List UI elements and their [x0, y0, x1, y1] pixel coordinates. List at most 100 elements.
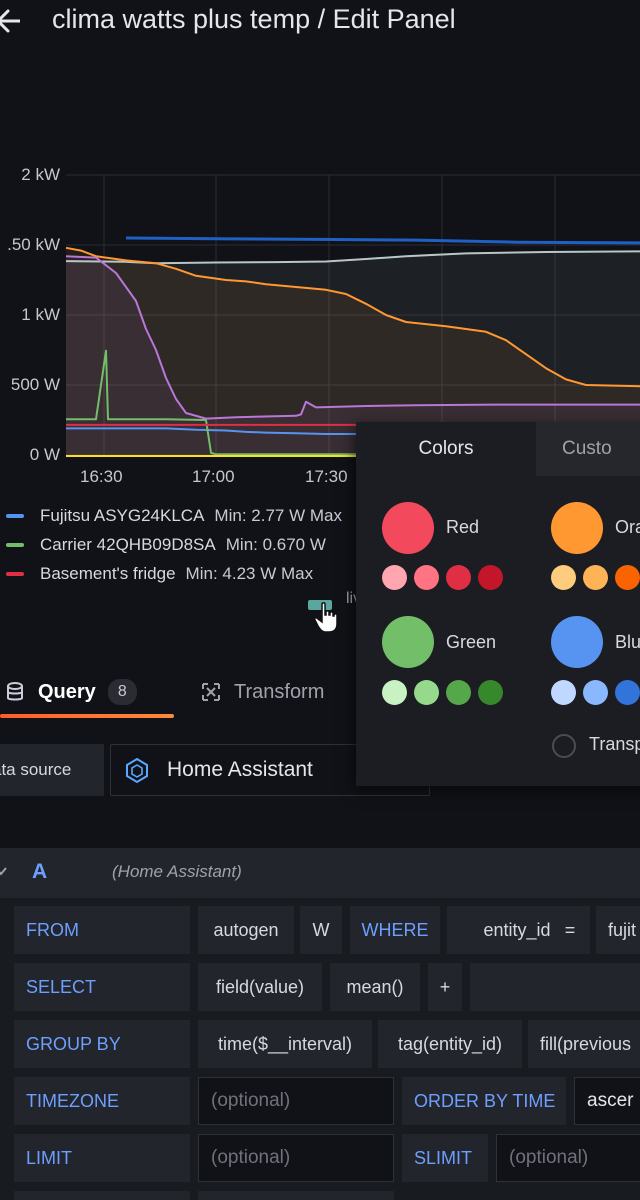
query-row-timezone: TIMEZONE (optional) ORDER BY TIME ascer: [0, 1077, 640, 1127]
active-tab-indicator: [0, 714, 174, 718]
color-shade-green[interactable]: [414, 680, 439, 705]
query-header[interactable]: A (Home Assistant): [0, 848, 640, 898]
add-select-button[interactable]: +: [428, 963, 462, 1011]
arrow-left-icon[interactable]: [0, 8, 20, 34]
legend-series-name: Basement's fridge: [40, 564, 176, 583]
groupby-tag-chip[interactable]: tag(entity_id): [378, 1020, 522, 1068]
color-shade-blue[interactable]: [583, 680, 608, 705]
groupby-label: GROUP BY: [14, 1020, 190, 1068]
color-name-green: Green: [446, 632, 497, 652]
where-label: WHERE: [350, 906, 440, 954]
tab-custom[interactable]: Custo: [536, 422, 640, 476]
color-picker-popover: Colors Custo Red Ora Green Blu Transp: [356, 422, 640, 786]
legend-item[interactable]: Fujitsu ASYG24KLCA Min: 2.77 W Max: [0, 502, 342, 530]
legend-item[interactable]: Basement's fridge Min: 4.23 W Max: [0, 560, 313, 588]
select-label: SELECT: [14, 963, 190, 1011]
query-row-next: [0, 1191, 640, 1200]
color-name-orange: Ora: [615, 517, 640, 537]
color-name-blue: Blu: [615, 632, 640, 652]
where-operator-chip[interactable]: =: [550, 906, 590, 954]
database-icon: [7, 682, 23, 701]
timezone-input[interactable]: (optional): [198, 1077, 394, 1125]
color-swatch-transparent[interactable]: [552, 734, 576, 758]
panel-header: clima watts plus temp / Edit Panel: [0, 0, 640, 48]
legend-series-name: Fujitsu ASYG24KLCA: [40, 506, 205, 525]
groupby-time-chip[interactable]: time($__interval): [198, 1020, 372, 1068]
slimit-input[interactable]: (optional): [496, 1134, 640, 1182]
legend-swatch[interactable]: [6, 514, 24, 518]
color-shade-orange[interactable]: [583, 565, 608, 590]
tab-colors[interactable]: Colors: [356, 422, 536, 476]
measurement-chip[interactable]: W: [300, 906, 342, 954]
retention-policy-chip[interactable]: autogen: [198, 906, 294, 954]
color-shade-red[interactable]: [414, 565, 439, 590]
tab-query[interactable]: Query 8: [4, 668, 137, 716]
color-name-transparent: Transp: [589, 734, 640, 754]
limit-label: LIMIT: [14, 1134, 190, 1182]
legend-stat: Min: 4.23 W Max: [185, 564, 314, 583]
editor-tabs: Query 8 Transform: [0, 668, 360, 720]
legend-series-name: Carrier 42QHB09D8SA: [40, 535, 216, 554]
color-shade-green[interactable]: [446, 680, 471, 705]
color-swatch-red[interactable]: [382, 502, 434, 554]
datasource-label: ata source: [0, 744, 104, 796]
order-by-time-label: ORDER BY TIME: [402, 1077, 566, 1125]
legend-swatch[interactable]: [6, 572, 24, 576]
query-row-from: FROM autogen W WHERE entity_id = fujit: [0, 906, 640, 956]
slimit-label: SLIMIT: [402, 1134, 488, 1182]
color-shade-orange[interactable]: [551, 565, 576, 590]
color-swatch-blue[interactable]: [551, 616, 603, 668]
datasource-name: Home Assistant: [167, 758, 313, 781]
color-swatch-green[interactable]: [382, 616, 434, 668]
series-line[interactable]: [125, 236, 640, 245]
select-row-filler: [470, 963, 640, 1011]
color-shade-red[interactable]: [446, 565, 471, 590]
tab-transform-label: Transform: [234, 680, 325, 703]
x-tick-label: 17:30: [305, 467, 348, 486]
transform-icon: [202, 683, 220, 701]
page-title: clima watts plus temp / Edit Panel: [52, 4, 456, 34]
query-row-limit: LIMIT (optional) SLIMIT (optional): [0, 1134, 640, 1184]
color-shade-blue[interactable]: [551, 680, 576, 705]
legend-stat: Min: 0.670 W: [225, 535, 326, 554]
x-tick-label: 17:00: [192, 467, 235, 486]
color-shade-orange[interactable]: [615, 565, 640, 590]
y-tick-label: 2 kW: [21, 165, 60, 184]
home-assistant-icon: [126, 757, 148, 784]
color-shade-red[interactable]: [478, 565, 503, 590]
timezone-label: TIMEZONE: [14, 1077, 190, 1125]
color-swatch-orange[interactable]: [551, 502, 603, 554]
query-count-badge: 8: [107, 679, 137, 705]
legend-swatch[interactable]: [6, 543, 24, 547]
color-shade-green[interactable]: [382, 680, 407, 705]
select-aggregate-chip[interactable]: mean(): [330, 963, 420, 1011]
where-value-chip[interactable]: fujit: [596, 906, 640, 954]
y-tick-label: 500 W: [10, 375, 60, 394]
y-tick-label: 0 W: [29, 445, 60, 464]
tab-query-label: Query: [38, 680, 96, 703]
limit-input[interactable]: (optional): [198, 1134, 394, 1182]
color-name-red: Red: [446, 517, 480, 537]
color-picker-tabs: Colors Custo: [356, 422, 640, 476]
color-shade-red[interactable]: [382, 565, 407, 590]
hand-pointer-icon: [314, 602, 338, 633]
query-ref-id[interactable]: A: [32, 860, 47, 884]
tab-transform[interactable]: Transform: [200, 668, 324, 716]
query-editor: A (Home Assistant) FROM autogen W WHERE …: [0, 848, 640, 1200]
select-field-chip[interactable]: field(value): [198, 963, 322, 1011]
legend-item[interactable]: Carrier 42QHB09D8SA Min: 0.670 W: [0, 531, 326, 559]
chevron-down-icon[interactable]: [0, 864, 8, 878]
order-by-time-select[interactable]: ascer: [574, 1077, 640, 1125]
x-tick-label: 16:30: [80, 467, 123, 486]
legend-stat: Min: 2.77 W Max: [214, 506, 342, 525]
color-shade-green[interactable]: [478, 680, 503, 705]
query-row-groupby: GROUP BY time($__interval) tag(entity_id…: [0, 1020, 640, 1070]
color-shade-blue[interactable]: [615, 680, 640, 705]
next-row-chip: [198, 1191, 394, 1200]
query-datasource: (Home Assistant): [112, 862, 242, 881]
from-label: FROM: [14, 906, 190, 954]
y-tick-label: .50 kW: [7, 235, 60, 254]
query-row-select: SELECT field(value) mean() +: [0, 963, 640, 1013]
y-tick-label: 1 kW: [21, 305, 60, 324]
groupby-fill-chip[interactable]: fill(previous: [528, 1020, 640, 1068]
